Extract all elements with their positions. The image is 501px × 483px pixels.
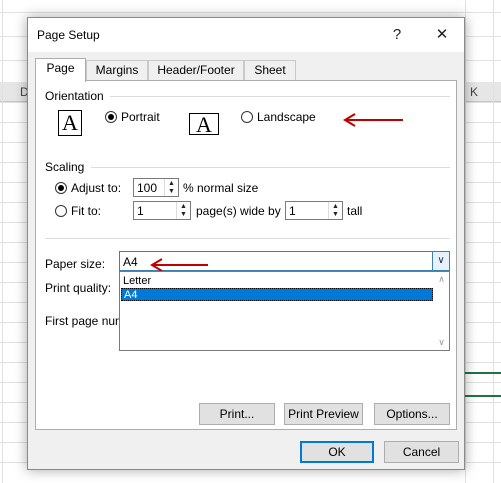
portrait-radio[interactable] xyxy=(105,111,117,123)
tab-page[interactable]: Page xyxy=(35,58,86,82)
orientation-group-label: Orientation xyxy=(45,89,104,103)
fit-tall-spinner[interactable]: 1 ▲ ▼ xyxy=(285,201,343,220)
page-setup-dialog: Page Setup ? ✕ Page Margins Header/Foote… xyxy=(27,17,465,470)
tab-sheet[interactable]: Sheet xyxy=(244,60,296,80)
options-button[interactable]: Options... xyxy=(374,403,450,425)
tall-label: tall xyxy=(347,204,363,218)
column-letter-k: K xyxy=(470,85,479,99)
spin-up-icon[interactable]: ▲ xyxy=(177,202,190,210)
portrait-page-icon: A xyxy=(58,110,82,136)
dialog-title: Page Setup xyxy=(37,28,100,42)
scaling-group-label: Scaling xyxy=(45,160,85,174)
spin-up-icon[interactable]: ▲ xyxy=(329,202,342,210)
portrait-label: Portrait xyxy=(121,110,160,124)
close-button[interactable]: ✕ xyxy=(425,22,459,48)
print-quality-label: Print quality: xyxy=(45,281,112,295)
paper-option-letter[interactable]: Letter xyxy=(121,275,151,288)
pages-wide-by-label: page(s) wide by xyxy=(196,204,281,218)
cancel-button[interactable]: Cancel xyxy=(384,441,459,463)
landscape-label: Landscape xyxy=(257,110,316,124)
print-preview-button[interactable]: Print Preview xyxy=(284,403,363,425)
fit-wide-spinner[interactable]: 1 ▲ ▼ xyxy=(133,201,191,220)
spin-down-icon[interactable]: ▼ xyxy=(177,210,190,218)
adjust-to-radio[interactable] xyxy=(55,182,67,194)
scroll-up-icon[interactable]: ∧ xyxy=(434,274,449,285)
red-arrow-landscape xyxy=(343,113,403,127)
tab-header-footer[interactable]: Header/Footer xyxy=(148,60,244,80)
paper-size-dropdown-list[interactable]: Letter A4 ∧ ∨ xyxy=(119,271,450,351)
fit-to-radio[interactable] xyxy=(55,205,67,217)
landscape-page-icon: A xyxy=(189,113,219,136)
scroll-down-icon[interactable]: ∨ xyxy=(434,337,449,348)
adjust-to-spinner[interactable]: 100 ▲ ▼ xyxy=(133,178,179,197)
listbox-scrollbar[interactable]: ∧ ∨ xyxy=(434,272,449,350)
spin-down-icon[interactable]: ▼ xyxy=(165,187,178,195)
active-cell-border xyxy=(465,372,501,374)
spin-up-icon[interactable]: ▲ xyxy=(165,179,178,187)
adjust-to-value: 100 xyxy=(137,181,158,195)
tab-margins[interactable]: Margins xyxy=(86,60,148,80)
landscape-radio[interactable] xyxy=(241,111,253,123)
adjust-to-label: Adjust to: xyxy=(71,181,122,195)
help-button[interactable]: ? xyxy=(380,22,414,48)
first-page-number-label: First page num xyxy=(45,314,126,328)
fit-wide-value: 1 xyxy=(137,204,144,218)
paper-size-value: A4 xyxy=(123,255,138,269)
ok-button[interactable]: OK xyxy=(300,441,374,463)
print-button[interactable]: Print... xyxy=(199,403,275,425)
percent-normal-size-label: % normal size xyxy=(183,181,259,195)
paper-option-a4[interactable]: A4 xyxy=(121,288,433,301)
fit-tall-value: 1 xyxy=(289,204,296,218)
red-arrow-paper-size xyxy=(150,258,208,272)
spin-down-icon[interactable]: ▼ xyxy=(329,210,342,218)
fit-to-label: Fit to: xyxy=(71,204,102,218)
title-bar: Page Setup ? ✕ xyxy=(28,18,464,52)
chevron-down-icon[interactable]: ∨ xyxy=(432,252,449,270)
paper-size-label: Paper size: xyxy=(45,257,106,271)
